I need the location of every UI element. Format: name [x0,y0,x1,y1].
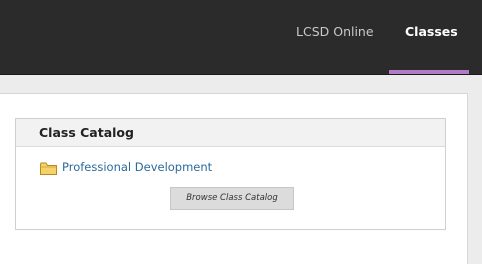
professional-development-link[interactable]: Professional Development [62,160,212,174]
browse-class-catalog-button[interactable]: Browse Class Catalog [170,187,294,210]
content-panel: Class Catalog Professional Development B… [0,93,468,264]
top-navigation-bar: LCSD Online Classes [0,0,482,75]
nav-classes-tab[interactable]: Classes [405,24,458,39]
active-tab-indicator [389,70,469,74]
module-header: Class Catalog [16,119,445,147]
module-title: Class Catalog [39,125,134,140]
folder-icon [40,162,57,175]
class-catalog-module: Class Catalog Professional Development B… [15,118,446,230]
nav-lcsd-online-link[interactable]: LCSD Online [296,24,374,39]
